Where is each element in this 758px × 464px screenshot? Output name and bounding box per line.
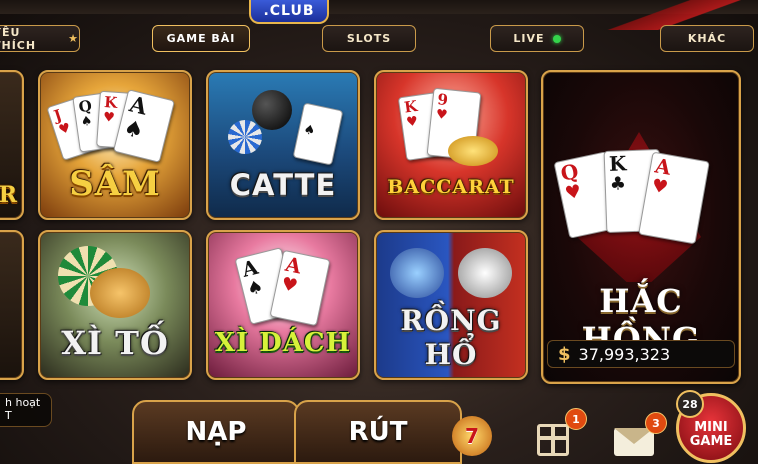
game-card-catte[interactable]: ♠ CATTE: [206, 70, 360, 220]
tab-slots[interactable]: SLOTS: [322, 25, 416, 52]
game-title-baccarat: BACCARAT: [387, 176, 515, 198]
game-card-hac-hong[interactable]: Q ♥ K ♣ A ♥ HẮC HỒNG: [541, 70, 741, 384]
game-title-xi-dach: XÌ DÁCH: [214, 328, 352, 358]
game-card-xi-to[interactable]: XÌ TỐ: [38, 230, 192, 380]
game-card-partial-top[interactable]: R: [0, 70, 24, 220]
jackpot-amount: 37,993,323: [578, 344, 671, 364]
left-note-line2: T: [5, 409, 12, 422]
tab-khac-label: KHÁC: [687, 32, 727, 45]
nap-label: NẠP: [185, 417, 247, 447]
tab-favorites[interactable]: YÊU THÍCH ★: [0, 25, 80, 52]
tab-favorites-label: YÊU THÍCH: [0, 25, 37, 52]
game-card-partial-bottom[interactable]: [0, 230, 24, 380]
gift-icon[interactable]: [537, 424, 569, 456]
game-title-rong: RỒNG: [400, 304, 502, 337]
game-title-catte: CATTE: [229, 168, 337, 202]
live-status-dot: [552, 34, 561, 43]
tab-live[interactable]: LIVE: [490, 25, 584, 52]
bomb-icon: [252, 90, 292, 130]
tab-game-bai-label: GAME BÀI: [166, 32, 236, 45]
nap-button[interactable]: NẠP: [132, 400, 300, 464]
mini-label: MINI: [694, 420, 728, 435]
game-partial-title: R: [0, 182, 18, 208]
mail-badge: 3: [645, 412, 667, 434]
tab-game-bai[interactable]: GAME BÀI: [152, 25, 250, 52]
chip-stack-icon: [90, 268, 150, 318]
tab-khac[interactable]: KHÁC: [660, 25, 754, 52]
dragon-icon: [390, 248, 444, 298]
game-card-baccarat[interactable]: K ♥ 9 ♥ BACCARAT: [374, 70, 528, 220]
mini-game-badge: 28: [676, 390, 704, 418]
club-logo[interactable]: .CLUB: [249, 0, 329, 24]
left-activity-note[interactable]: h hoạt T: [0, 393, 52, 427]
dollar-icon: $: [558, 343, 571, 365]
rut-label: RÚT: [348, 417, 408, 447]
slot-777-icon[interactable]: 7: [452, 416, 492, 456]
game-card-rong-ho[interactable]: RỒNG HỔ: [374, 230, 528, 380]
tiger-icon: [458, 248, 512, 298]
tab-live-label: LIVE: [513, 32, 545, 45]
star-icon: ★: [68, 32, 79, 45]
card-spade: ♠: [292, 102, 344, 166]
game-title-xi-to: XÌ TỐ: [61, 324, 169, 362]
left-note-line1: h hoạt: [5, 396, 41, 409]
game-card-sam[interactable]: J ♥ Q ♠ K ♥ A ♠ SÂM: [38, 70, 192, 220]
tab-slots-label: SLOTS: [346, 32, 392, 45]
rut-button[interactable]: RÚT: [294, 400, 462, 464]
mail-icon[interactable]: [614, 428, 654, 456]
gold-coins-icon: [448, 136, 498, 166]
game-card-xi-dach[interactable]: A ♠ A ♥ XÌ DÁCH: [206, 230, 360, 380]
jackpot-display: $ 37,993,323: [547, 340, 735, 368]
game-title-ho: HỔ: [424, 338, 478, 371]
poker-chip-icon: [228, 120, 262, 154]
game-title-sam: SÂM: [69, 164, 161, 204]
game-label: GAME: [689, 434, 733, 449]
gift-badge: 1: [565, 408, 587, 430]
